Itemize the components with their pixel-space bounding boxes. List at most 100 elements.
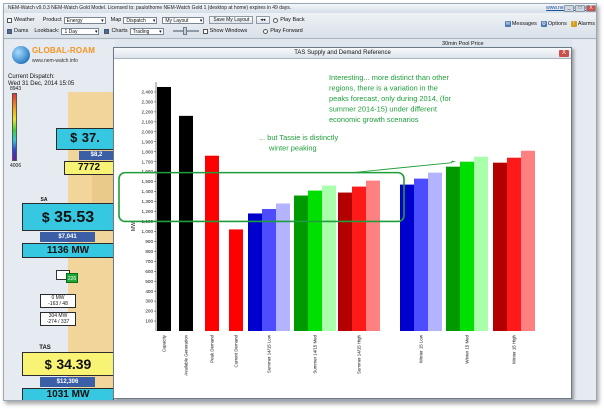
price-prefix: $ [41, 209, 50, 225]
region-sub-price: $8,2 [79, 151, 114, 160]
play-forward-radio[interactable] [263, 28, 269, 34]
x-tick-label: Winter 15 High [512, 334, 517, 364]
annotation-line: peaks forecast, only during 2014, (for [329, 94, 452, 103]
lookback-label: Lookback: [34, 28, 60, 34]
lookback-select[interactable]: 1 Day [61, 27, 100, 35]
messages-button[interactable]: ✉ Messages [504, 21, 537, 27]
x-tick-label: Summer 14/15 Med [313, 334, 318, 373]
charts-checkbox[interactable] [104, 28, 110, 34]
maximize-button[interactable]: □ [575, 5, 585, 12]
window-title: NEM-Watch v9.0.3 NEM-Watch Gold Model. L… [8, 5, 292, 11]
price-value: 37. [81, 130, 100, 145]
tas-sub-price: $12,306 [40, 377, 95, 387]
bar [474, 156, 488, 331]
interconnector-flow-2[interactable]: 304 MW -274 / 337 [40, 312, 76, 326]
annotation-line: winter peaking [268, 144, 317, 153]
left-panel: GLOBAL-ROAM www.nem-watch.info Current D… [4, 40, 115, 400]
interconnector-flow-1[interactable]: 0 MW -163 / 48 [40, 294, 76, 308]
y-tick-label: 2,400 [142, 90, 154, 95]
region-demand: 7772 [64, 161, 114, 175]
y-tick-label: 900 [145, 239, 153, 244]
map-label: Map [110, 17, 122, 23]
x-tick-label: Available Generation [184, 334, 189, 375]
show-windows-checkbox[interactable] [202, 28, 208, 34]
price-value: 34.39 [56, 356, 92, 372]
annotation-line: economic growth scenarios [329, 115, 419, 124]
bar [322, 185, 336, 331]
weather-checkbox[interactable] [7, 17, 12, 23]
chart-window-close-button[interactable]: X [559, 50, 569, 57]
close-button[interactable]: X [586, 5, 596, 12]
y-tick-label: 400 [145, 289, 153, 294]
dams-checkbox[interactable] [7, 28, 12, 34]
y-axis: 1002003004005006007008009001,0001,1001,2… [142, 82, 157, 331]
window-controls: _ □ X [564, 5, 596, 12]
y-tick-label: 1,900 [142, 139, 154, 144]
zoom-slider-handle[interactable] [182, 27, 187, 35]
toolbar: Weather Product Energy Map Dispatch My L… [4, 13, 596, 39]
zoom-slider[interactable] [172, 27, 199, 35]
alarms-label: Alarms [577, 21, 595, 27]
region-price-tile[interactable]: $ 37. [56, 128, 114, 150]
annotation-text: Interesting... more distinct than other r… [259, 73, 452, 153]
toolbar-row-2: Dams Lookback: 1 Day Charts Trading Show… [7, 26, 305, 36]
playback-button-rewind[interactable]: ◂◂ [256, 16, 271, 24]
bar [352, 186, 366, 331]
chart-window-title[interactable]: TAS Supply and Demand Reference [114, 48, 571, 59]
tas-price-tile[interactable]: $ 34.39 [22, 352, 114, 376]
sa-demand: 1136 MW [22, 243, 114, 258]
sa-price-tile[interactable]: $ 35.53 [22, 203, 114, 231]
x-tick-label: Summer 14/15 Low [267, 334, 272, 373]
bar [460, 161, 474, 331]
messages-label: Messages [511, 21, 537, 27]
global-roam-logo: GLOBAL-ROAM www.nem-watch.info [10, 42, 110, 72]
globe-icon [12, 46, 30, 64]
annotation-arrowhead [451, 160, 456, 163]
play-forward-label: Play Forward [270, 28, 303, 34]
y-tick-label: 1,200 [142, 209, 154, 214]
bar [414, 178, 428, 331]
x-axis-labels: Capacity Available Generation Peak Demand C… [162, 334, 517, 376]
bar [248, 213, 262, 331]
y-tick-label: 2,300 [142, 100, 154, 105]
product-select[interactable]: Energy [63, 16, 106, 24]
scale-max-label: 8943 [10, 86, 22, 92]
layout-select[interactable]: My Layout [162, 16, 205, 24]
title-bar[interactable]: NEM-Watch v9.0.3 NEM-Watch Gold Model. L… [4, 4, 596, 13]
alarms-button[interactable]: ! Alarms [570, 21, 595, 27]
bar [308, 190, 322, 331]
minimize-button[interactable]: _ [564, 5, 574, 12]
y-tick-label: 1,400 [142, 189, 154, 194]
map-select[interactable]: Dispatch [123, 16, 158, 24]
options-button[interactable]: ⚙ Options [540, 21, 567, 27]
bar [205, 155, 219, 331]
bar [179, 115, 193, 331]
annotation-connector [351, 160, 456, 174]
bar [229, 229, 243, 331]
y-tick-label: 1,500 [142, 179, 154, 184]
logo-name: GLOBAL-ROAM [32, 46, 96, 55]
flow-limits: -163 / 48 [48, 301, 68, 307]
annotation-connector-line [351, 162, 453, 174]
charts-select[interactable]: Trading [129, 27, 164, 35]
annotation-line: Interesting... more distinct than other [329, 73, 449, 82]
y-tick-label: 1,000 [142, 229, 154, 234]
bar [338, 192, 352, 331]
scale-min-label: 4006 [10, 163, 22, 169]
supply-demand-window: TAS Supply and Demand Reference X 100 200… [113, 47, 572, 399]
y-tick-label: 600 [145, 269, 153, 274]
x-tick-label: Winter 15 Low [419, 334, 424, 363]
y-axis-label: MW [131, 222, 137, 231]
bar [276, 203, 290, 331]
play-back-radio[interactable] [273, 17, 279, 23]
bar [157, 86, 171, 331]
save-layout-button[interactable]: Save My Layout [209, 16, 254, 24]
x-tick-label: Winter 15 Med [465, 334, 470, 363]
bar [366, 180, 380, 331]
y-tick-label: 300 [145, 299, 153, 304]
flow-badge[interactable]: 226 [66, 273, 78, 283]
bell-icon: ! [570, 21, 577, 27]
bar [262, 208, 276, 331]
options-label: Options [547, 21, 567, 27]
gear-icon: ⚙ [540, 21, 547, 27]
